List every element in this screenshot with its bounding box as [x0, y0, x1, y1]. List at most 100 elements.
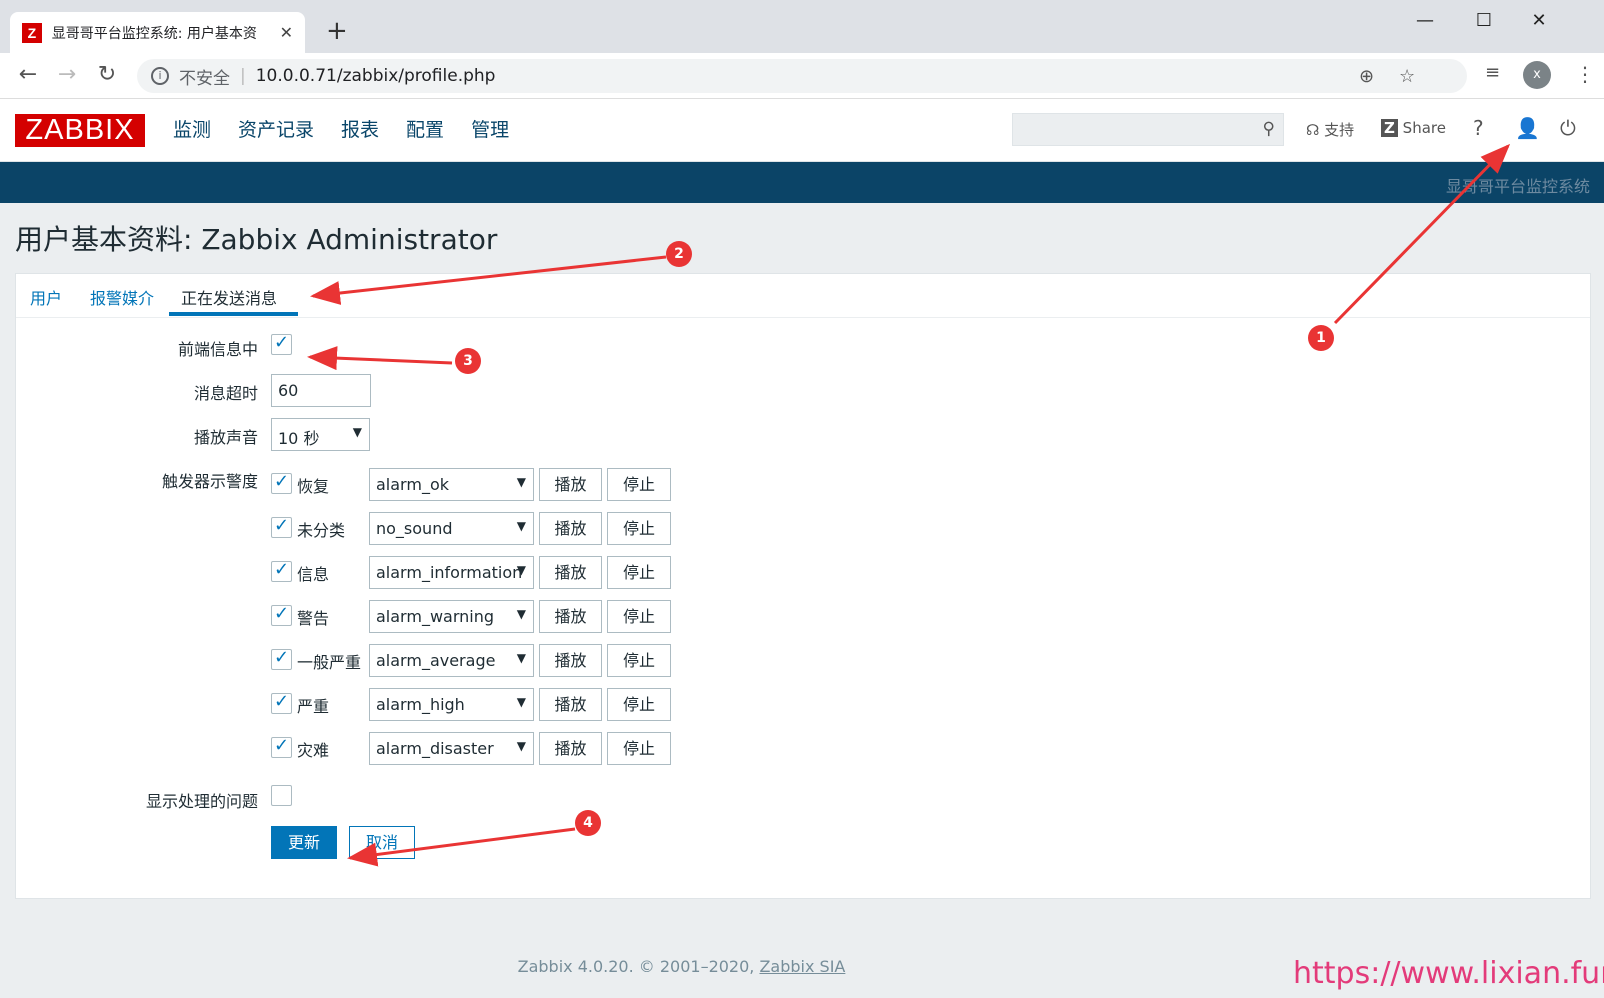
user-profile-icon[interactable]: 👤	[1515, 116, 1540, 140]
minimize-icon[interactable]: —	[1405, 10, 1445, 31]
media-control-icon[interactable]: ≡	[1485, 62, 1500, 83]
play-button[interactable]: 播放	[539, 644, 602, 677]
play-button[interactable]: 播放	[539, 468, 602, 501]
global-search-input[interactable]: ⚲	[1012, 113, 1284, 146]
new-tab-icon[interactable]: +	[326, 18, 348, 44]
severity-checkbox[interactable]	[271, 603, 292, 626]
severity-sound-select[interactable]: alarm_warning ▼	[369, 600, 534, 633]
severity-sound-value: alarm_high	[376, 695, 465, 714]
trigger-severity-label: 触发器示警度	[161, 472, 258, 491]
dropdown-arrow-icon: ▼	[516, 519, 526, 533]
severity-label: 一般严重	[297, 653, 362, 672]
severity-sound-select[interactable]: alarm_ok ▼	[369, 468, 534, 501]
frontend-messaging-checkbox[interactable]	[271, 332, 292, 355]
forward-icon[interactable]: →	[52, 62, 82, 87]
severity-checkbox[interactable]	[271, 515, 292, 538]
menu-item-reports[interactable]: 报表	[341, 115, 379, 142]
stop-button[interactable]: 停止	[607, 556, 671, 589]
show-suppressed-label: 显示处理的问题	[145, 792, 258, 811]
menu-item-configuration[interactable]: 配置	[406, 115, 444, 142]
headset-icon: ☊	[1306, 121, 1320, 139]
logout-power-icon[interactable]: ⏻	[1560, 116, 1576, 140]
close-tab-icon[interactable]: ✕	[280, 23, 293, 42]
main-menu: 监测 资产记录 报表 配置 管理	[173, 115, 509, 142]
stop-button[interactable]: 停止	[607, 468, 671, 501]
back-icon[interactable]: ←	[13, 62, 43, 87]
severity-checkbox[interactable]	[271, 471, 292, 494]
zabbix-logo[interactable]: ZABBIX	[15, 114, 145, 147]
dropdown-arrow-icon: ▼	[516, 739, 526, 753]
support-link[interactable]: ☊ 支持	[1306, 119, 1354, 140]
show-suppressed-checkbox[interactable]	[271, 785, 292, 806]
insecure-label: 不安全	[179, 68, 230, 89]
maximize-icon[interactable]: ☐	[1464, 10, 1504, 31]
cancel-button[interactable]: 取消	[349, 826, 415, 859]
stop-button[interactable]: 停止	[607, 732, 671, 765]
severity-label: 未分类	[297, 521, 346, 540]
dropdown-arrow-icon: ▼	[516, 695, 526, 709]
severity-sound-select[interactable]: alarm_information ▼	[369, 556, 534, 589]
severity-checkbox[interactable]	[271, 647, 292, 670]
menu-item-administration[interactable]: 管理	[471, 115, 509, 142]
play-sound-select[interactable]: 10 秒 ▼	[271, 418, 370, 451]
frontend-messaging-label: 前端信息中	[177, 340, 258, 359]
bookmark-star-icon[interactable]: ☆	[1399, 66, 1415, 87]
stop-button[interactable]: 停止	[607, 600, 671, 633]
annotation-badge-3: 3	[455, 348, 481, 374]
address-divider: |	[240, 66, 246, 86]
severity-label: 严重	[297, 697, 330, 716]
severity-sound-value: alarm_average	[376, 651, 496, 670]
severity-sound-value: alarm_ok	[376, 475, 449, 494]
play-button[interactable]: 播放	[539, 732, 602, 765]
zabbix-favicon-icon: Z	[22, 22, 42, 43]
browser-menu-icon[interactable]: ⋮	[1575, 62, 1595, 86]
tab-user[interactable]: 用户	[30, 285, 62, 309]
message-timeout-input[interactable]: 60	[271, 374, 371, 407]
share-link[interactable]: Z Share	[1381, 119, 1446, 137]
site-info-icon[interactable]: i	[151, 67, 169, 85]
reload-icon[interactable]: ↻	[92, 62, 122, 87]
profile-tabs: 用户 报警媒介 正在发送消息	[16, 274, 1590, 318]
play-button[interactable]: 播放	[539, 600, 602, 633]
play-sound-label: 播放声音	[193, 428, 258, 447]
menu-item-monitoring[interactable]: 监测	[173, 115, 211, 142]
severity-checkbox[interactable]	[271, 559, 292, 582]
severity-sound-select[interactable]: alarm_average ▼	[369, 644, 534, 677]
play-button[interactable]: 播放	[539, 512, 602, 545]
support-label: 支持	[1324, 121, 1355, 139]
url-text: 10.0.0.71/zabbix/profile.php	[255, 66, 496, 86]
dropdown-arrow-icon: ▼	[516, 651, 526, 665]
stop-button[interactable]: 停止	[607, 644, 671, 677]
stop-button[interactable]: 停止	[607, 688, 671, 721]
severity-sound-select[interactable]: alarm_disaster ▼	[369, 732, 534, 765]
menu-item-inventory[interactable]: 资产记录	[238, 115, 314, 142]
severity-sound-value: alarm_information	[376, 563, 523, 582]
severity-checkbox[interactable]	[271, 735, 292, 758]
play-button[interactable]: 播放	[539, 688, 602, 721]
tab-media[interactable]: 报警媒介	[90, 285, 154, 309]
severity-label: 灾难	[297, 741, 330, 760]
update-button[interactable]: 更新	[271, 826, 337, 859]
browser-tab[interactable]: Z 显哥哥平台监控系统: 用户基本资 ✕	[10, 12, 305, 53]
severity-checkbox[interactable]	[271, 691, 292, 714]
severity-sound-select[interactable]: alarm_high ▼	[369, 688, 534, 721]
server-name-strip: 显哥哥平台监控系统	[0, 162, 1604, 203]
stop-button[interactable]: 停止	[607, 512, 671, 545]
annotation-badge-1: 1	[1308, 325, 1334, 351]
footer-link[interactable]: Zabbix SIA	[759, 957, 845, 976]
search-icon[interactable]: ⚲	[1263, 119, 1275, 139]
play-button[interactable]: 播放	[539, 556, 602, 589]
share-z-icon: Z	[1381, 119, 1398, 137]
zoom-icon[interactable]: ⊕	[1359, 66, 1374, 87]
browser-profile-avatar[interactable]: x	[1523, 61, 1551, 89]
help-icon[interactable]: ?	[1473, 116, 1484, 140]
close-window-icon[interactable]: ✕	[1519, 10, 1559, 31]
tab-messaging[interactable]: 正在发送消息	[181, 285, 277, 309]
severity-sound-select[interactable]: no_sound ▼	[369, 512, 534, 545]
severity-label: 信息	[297, 565, 330, 584]
browser-tabstrip: Z 显哥哥平台监控系统: 用户基本资 ✕ + — ☐ ✕	[0, 0, 1604, 53]
profile-form-panel: 用户 报警媒介 正在发送消息 前端信息中 消息超时 60 播放声音 10 秒 ▼…	[15, 273, 1591, 899]
dropdown-arrow-icon: ▼	[516, 563, 526, 577]
address-bar[interactable]: i 不安全 | 10.0.0.71/zabbix/profile.php ⊕ ☆	[137, 59, 1467, 93]
dropdown-arrow-icon: ▼	[516, 475, 526, 489]
